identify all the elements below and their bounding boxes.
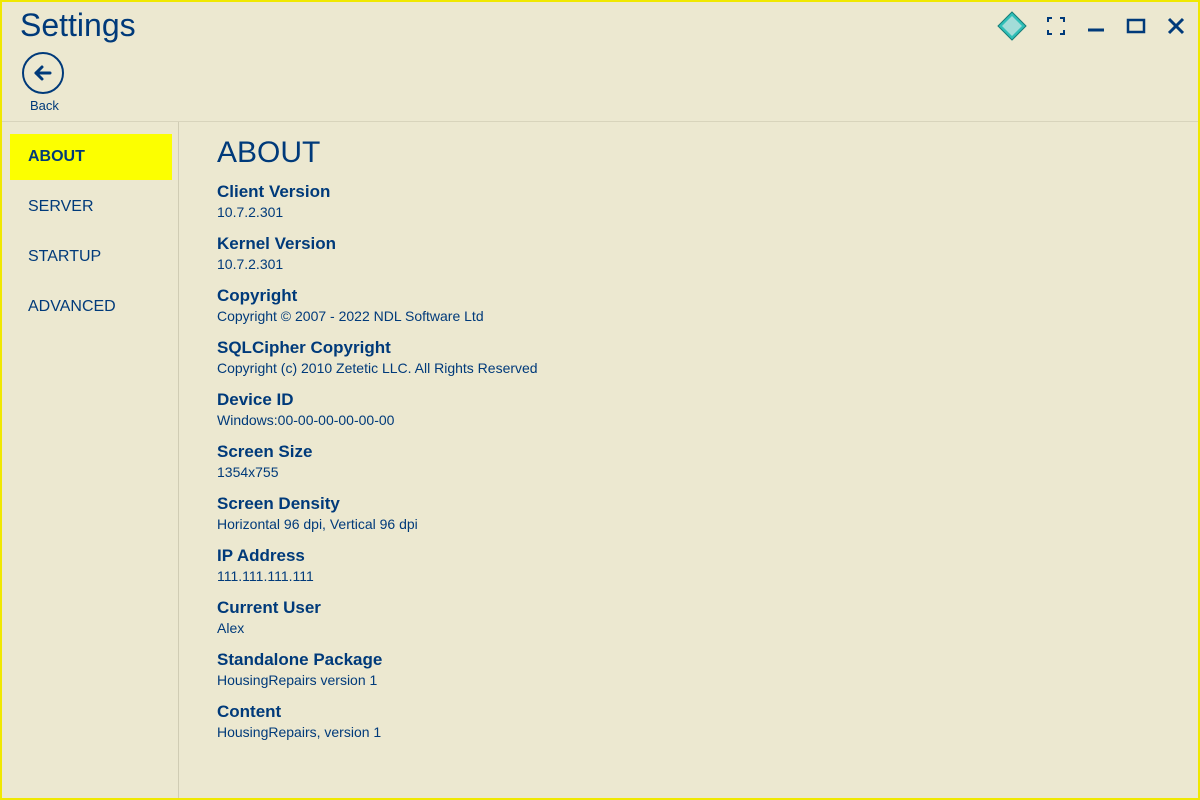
sidebar-item-startup[interactable]: STARTUP [10, 234, 172, 280]
info-block: Current User Alex [217, 598, 1158, 636]
back-label: Back [30, 98, 59, 113]
maximize-icon[interactable] [1124, 14, 1148, 38]
sidebar-item-label: ADVANCED [28, 298, 116, 315]
title-bar: Settings [2, 2, 1198, 44]
sidebar-item-server[interactable]: SERVER [10, 184, 172, 230]
info-block: Device ID Windows:00-00-00-00-00-00 [217, 390, 1158, 428]
info-value: 1354x755 [217, 464, 1158, 480]
sidebar-item-about[interactable]: ABOUT [10, 134, 172, 180]
info-label: Standalone Package [217, 650, 1158, 670]
info-value: HousingRepairs, version 1 [217, 724, 1158, 740]
window-title: Settings [20, 7, 996, 44]
info-value: HousingRepairs version 1 [217, 672, 1158, 688]
info-label: SQLCipher Copyright [217, 338, 1158, 358]
info-label: Device ID [217, 390, 1158, 410]
info-label: Content [217, 702, 1158, 722]
back-row: Back [2, 44, 1198, 119]
info-block: SQLCipher Copyright Copyright (c) 2010 Ze… [217, 338, 1158, 376]
info-list: Client Version 10.7.2.301 Kernel Version 10… [217, 182, 1158, 740]
close-icon[interactable] [1164, 14, 1188, 38]
content-panel: ABOUT Client Version10.7.2.301Kernel Ver… [178, 122, 1198, 798]
info-value: 10.7.2.301 [217, 204, 1158, 220]
info-block: Kernel Version 10.7.2.301 [217, 234, 1158, 272]
info-block: IP Address 111.111.111.111 [217, 546, 1158, 584]
sidebar-item-label: ABOUT [28, 148, 85, 165]
content-heading: ABOUT [217, 136, 1158, 170]
info-label: Current User [217, 598, 1158, 618]
info-label: Screen Density [217, 494, 1158, 514]
back-button[interactable] [22, 52, 64, 94]
info-label: Copyright [217, 286, 1158, 306]
main-area: ABOUT SERVER STARTUP ADVANCED ABOUT Client … [2, 122, 1198, 798]
info-value: Horizontal 96 dpi, Vertical 96 dpi [217, 516, 1158, 532]
info-block: Screen Size 1354x755 [217, 442, 1158, 480]
info-value: Alex [217, 620, 1158, 636]
info-label: IP Address [217, 546, 1158, 566]
app-logo-icon [996, 10, 1028, 42]
sidebar-item-label: STARTUP [28, 248, 101, 265]
info-value: Copyright © 2007 - 2022 NDL Software Ltd [217, 308, 1158, 324]
info-value: Windows:00-00-00-00-00-00 [217, 412, 1158, 428]
info-value: 10.7.2.301 [217, 256, 1158, 272]
info-value: Copyright (c) 2010 Zetetic LLC. All Righ… [217, 360, 1158, 376]
info-block: Client Version 10.7.2.301 [217, 182, 1158, 220]
info-block: Screen Density Horizontal 96 dpi, Vertica… [217, 494, 1158, 532]
fullscreen-icon[interactable] [1044, 14, 1068, 38]
info-block: Content HousingRepairs, version 1 [217, 702, 1158, 740]
info-block: Standalone Package HousingRepairs version… [217, 650, 1158, 688]
sidebar-item-advanced[interactable]: ADVANCED [10, 284, 172, 330]
info-value: 111.111.111.111 [217, 568, 1158, 584]
info-label: Screen Size [217, 442, 1158, 462]
info-block: Copyright Copyright © 2007 - 2022 NDL Sof… [217, 286, 1158, 324]
window-controls [996, 10, 1188, 42]
sidebar-item-label: SERVER [28, 198, 94, 215]
info-label: Kernel Version [217, 234, 1158, 254]
minimize-icon[interactable] [1084, 14, 1108, 38]
info-label: Client Version [217, 182, 1158, 202]
sidebar: ABOUT SERVER STARTUP ADVANCED [2, 122, 172, 798]
